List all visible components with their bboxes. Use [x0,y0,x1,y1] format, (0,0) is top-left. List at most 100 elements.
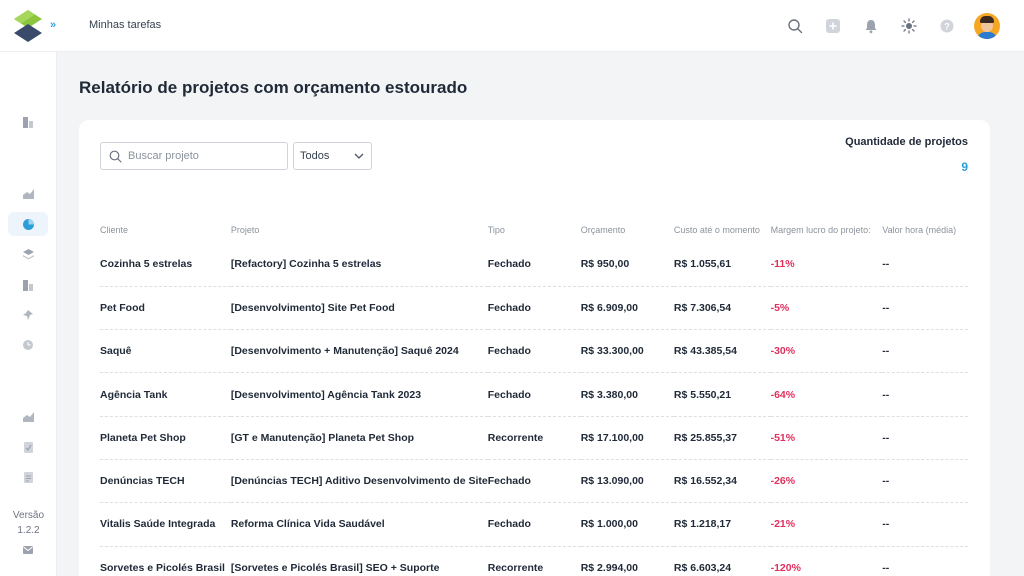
cell-type: Fechado [487,372,581,417]
type-filter-value: Todos [300,150,330,162]
table-row[interactable]: Sorvetes e Picolés Brasil [Sorvetes e Pi… [100,546,968,576]
cell-client: Denúncias TECH [100,459,231,504]
help-icon[interactable]: ? [928,12,966,40]
sidebar-item-budget-report[interactable] [8,273,48,297]
sidebar-item-tasks[interactable] [8,435,48,459]
cell-client: Sorvetes e Picolés Brasil [100,561,225,574]
cell-cost: R$ 1.055,61 [673,243,771,287]
svg-text:?: ? [944,22,950,32]
chart-up-icon [22,412,34,422]
cell-project: [Sorvetes e Picolés Brasil] SEO + Suport… [230,561,440,574]
pin-icon [23,310,33,320]
document-icon [23,471,33,483]
search-box[interactable] [100,142,288,170]
projects-table: Cliente Projeto Tipo Orçamento Custo até… [100,217,968,576]
cell-margin: -64% [770,372,883,417]
cell-budget: R$ 1.000,00 [580,502,674,547]
cell-type: Fechado [487,243,581,287]
cell-cost: R$ 6.603,24 [673,561,732,574]
cell-budget: R$ 950,00 [580,243,674,287]
sidebar-item-projects[interactable] [8,242,48,266]
cell-cost: R$ 5.550,21 [673,372,771,417]
sidebar-item-reports[interactable] [8,110,48,134]
sidebar-item-growth[interactable] [8,405,48,429]
cell-cost: R$ 25.855,37 [673,416,771,460]
table-row[interactable]: Agência Tank [Desenvolvimento] Agência T… [100,372,968,417]
sidebar-item-timesheet[interactable] [8,333,48,357]
bell-icon[interactable] [852,12,890,40]
report-card: Todos Quantidade de projetos 9 Cliente P… [79,120,990,576]
cell-type: Recorrente [487,561,544,574]
cell-margin: -26% [770,459,883,504]
cell-margin: -120% [770,561,801,574]
search-icon [109,150,122,163]
cell-type: Fechado [487,329,581,374]
add-icon[interactable] [814,12,852,40]
cell-hour-rate: -- [882,416,968,460]
cell-project: [Desenvolvimento] Agência Tank 2023 [230,372,488,417]
top-bar: » Minhas tarefas ? [0,0,1024,52]
app-logo[interactable] [14,10,42,42]
sidebar-item-messages[interactable] [8,538,48,562]
version-number: 1.2.2 [17,525,40,536]
cell-margin: -21% [770,502,883,547]
cell-budget: R$ 2.994,00 [580,561,638,574]
cell-client: Saquê [100,329,231,374]
cell-client: Planeta Pet Shop [100,416,231,460]
table-row[interactable]: Pet Food [Desenvolvimento] Site Pet Food… [100,286,968,331]
cell-hour-rate: -- [882,243,968,287]
cell-project: [GT e Manutenção] Planeta Pet Shop [230,416,488,460]
column-header-margin[interactable]: Margem lucro do projeto: [771,217,883,243]
cell-type: Fechado [487,502,581,547]
sidebar-item-analytics[interactable] [8,212,48,236]
cell-margin: -51% [770,416,883,460]
table-row[interactable]: Saquê [Desenvolvimento + Manutenção] Saq… [100,329,968,374]
cell-cost: R$ 16.552,34 [673,459,771,504]
sidebar-item-pinned[interactable] [8,303,48,327]
cell-type: Fechado [487,286,581,331]
version-label: Versão [12,510,45,521]
sun-icon[interactable] [890,12,928,40]
sidebar-item-dashboard[interactable] [8,182,48,206]
column-header-client[interactable]: Cliente [100,217,231,243]
cell-cost: R$ 7.306,54 [673,286,771,331]
column-header-project[interactable]: Projeto [231,217,488,243]
table-row[interactable]: Denúncias TECH [Denúncias TECH] Aditivo … [100,459,968,504]
sidebar: Versão 1.2.2 [0,52,57,576]
chart-up-icon [22,189,34,199]
cell-project: [Desenvolvimento] Site Pet Food [230,286,488,331]
checklist-icon [23,441,33,453]
cell-type: Fechado [487,459,581,504]
column-header-budget[interactable]: Orçamento [581,217,674,243]
cell-cost: R$ 43.385,54 [673,329,771,374]
table-row[interactable]: Vitalis Saúde Integrada Reforma Clínica … [100,502,968,547]
column-header-type[interactable]: Tipo [488,217,581,243]
cell-project: [Denúncias TECH] Aditivo Desenvolvimento… [230,459,488,504]
column-header-hour-rate[interactable]: Valor hora (média) [882,217,968,243]
cell-project: [Desenvolvimento + Manutenção] Saquê 202… [230,329,488,374]
cell-hour-rate: -- [882,329,968,374]
cell-budget: R$ 13.090,00 [580,459,674,504]
type-filter-select[interactable]: Todos [293,142,372,170]
page-title: Relatório de projetos com orçamento esto… [79,78,468,97]
cell-cost: R$ 1.218,17 [673,502,771,547]
sidebar-item-documents[interactable] [8,465,48,489]
double-chevron-right-icon[interactable]: » [50,19,56,31]
cell-client: Cozinha 5 estrelas [100,243,231,287]
breadcrumb[interactable]: Minhas tarefas [89,19,161,31]
cell-margin: -5% [770,286,883,331]
cell-client: Agência Tank [100,372,231,417]
search-input[interactable] [128,150,278,162]
cell-client: Vitalis Saúde Integrada [100,502,231,547]
cell-hour-rate: -- [882,459,968,504]
table-row[interactable]: Cozinha 5 estrelas [Refactory] Cozinha 5… [100,243,968,287]
search-icon[interactable] [776,12,814,40]
cell-client: Pet Food [100,286,231,331]
column-header-cost[interactable]: Custo até o momento [674,217,771,243]
table-header-row: Cliente Projeto Tipo Orçamento Custo até… [100,217,968,243]
report-icon [23,279,33,291]
user-avatar[interactable] [974,13,1000,39]
table-row[interactable]: Planeta Pet Shop [GT e Manutenção] Plane… [100,416,968,460]
project-count-label: Quantidade de projetos [845,136,968,148]
cell-budget: R$ 17.100,00 [580,416,674,460]
